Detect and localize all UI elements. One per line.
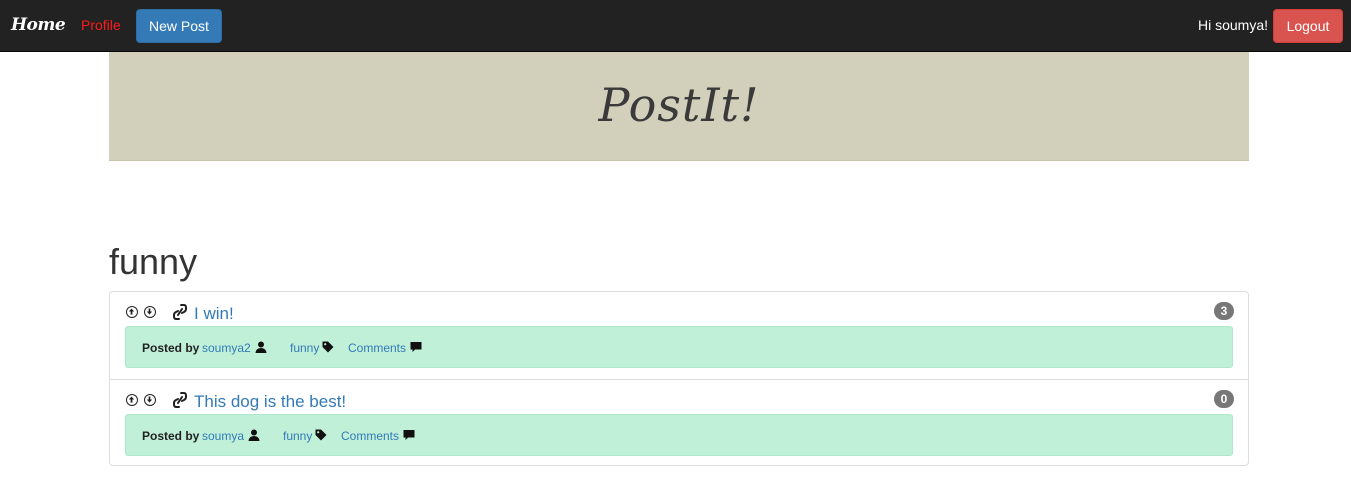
tag-link[interactable]: funny [290,341,319,355]
post-title-link[interactable]: I win! [194,304,234,324]
home-link[interactable]: Home [11,15,66,35]
comment-icon [410,341,422,356]
link-icon[interactable] [172,391,188,414]
downvote-icon[interactable] [144,394,156,406]
new-post-button[interactable]: New Post [136,9,222,43]
post-meta: Posted by soumya2 funny Comments [125,326,1233,368]
post-header: This dog is the best! 0 [110,380,1248,414]
upvote-icon[interactable] [126,306,138,318]
user-icon [248,429,260,444]
upvote-icon[interactable] [126,394,138,406]
site-logo-title: PostIt! [598,78,760,132]
page-title: funny [109,241,198,282]
comment-count-badge: 3 [1214,302,1234,320]
post-item: I win! 3 Posted by soumya2 funny Comment… [110,292,1248,379]
tag-icon [322,341,334,356]
posted-by-label: Posted by [142,429,200,443]
comments-link[interactable]: Comments [348,341,406,355]
downvote-icon[interactable] [144,306,156,318]
tag-link[interactable]: funny [283,429,312,443]
post-list: I win! 3 Posted by soumya2 funny Comment… [109,291,1249,466]
author-link[interactable]: soumya [202,429,244,443]
tag-icon [315,429,327,444]
post-meta: Posted by soumya funny Comments [125,414,1233,456]
user-icon [255,341,267,356]
author-link[interactable]: soumya2 [202,341,251,355]
link-icon[interactable] [172,303,188,326]
top-navbar: Home Profile New Post Hi soumya! Logout [0,0,1351,52]
post-title-link[interactable]: This dog is the best! [194,392,346,412]
post-item: This dog is the best! 0 Posted by soumya… [110,379,1248,467]
comment-count-badge: 0 [1214,390,1234,408]
profile-link[interactable]: Profile [81,17,121,33]
logout-button[interactable]: Logout [1273,9,1343,43]
user-greeting: Hi soumya! [1198,17,1269,33]
posted-by-label: Posted by [142,341,200,355]
post-header: I win! 3 [110,292,1248,326]
site-banner: PostIt! [109,52,1249,161]
comment-icon [403,429,415,444]
comments-link[interactable]: Comments [341,429,399,443]
